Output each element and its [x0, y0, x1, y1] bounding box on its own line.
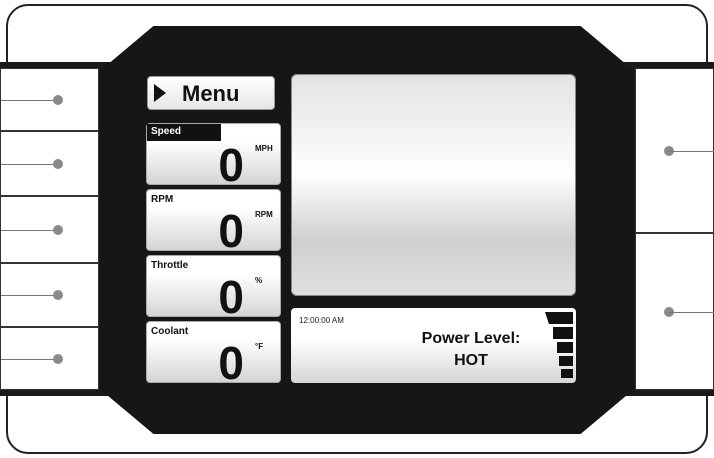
button-lead-line [1, 358, 55, 360]
throttle-gauge: Throttle 0 % [146, 255, 281, 323]
status-panel: 12:00:00 AM Power Level: HOT [291, 308, 576, 383]
power-level-bar-3 [557, 342, 573, 353]
left-soft-button-5[interactable] [0, 327, 99, 390]
button-indicator-dot [53, 94, 63, 105]
gauge-unit: MPH [255, 144, 273, 153]
dashboard-device: Menu Speed 0 MPH RPM 0 RPM Throttle 0 % … [0, 0, 714, 458]
gauge-value: 0 [218, 271, 244, 323]
button-lead-line [1, 229, 55, 231]
gauge-label: Speed [147, 124, 221, 141]
gauge-unit: % [255, 276, 263, 285]
gauge-value: 0 [218, 205, 244, 257]
button-indicator-dot [53, 158, 63, 169]
power-level-bar-2 [559, 356, 573, 366]
gauge-unit: °F [255, 342, 264, 351]
gauge-value: 0 [218, 139, 244, 191]
rpm-gauge: RPM 0 RPM [146, 189, 281, 257]
button-indicator-dot [53, 290, 63, 300]
menu-button[interactable]: Menu [147, 76, 275, 110]
gauge-label: RPM [151, 194, 174, 205]
clock-time: 12:00:00 AM [299, 316, 344, 325]
button-indicator-dot [53, 224, 63, 235]
speed-gauge: Speed 0 MPH [146, 123, 281, 191]
power-level-value: HOT [454, 352, 488, 369]
button-lead-line [668, 311, 714, 313]
left-soft-button-1[interactable] [0, 68, 99, 131]
right-soft-button-2[interactable] [635, 233, 714, 390]
gauge-unit: RPM [255, 210, 273, 219]
power-level-bar-1 [561, 369, 573, 378]
gauge-label: Coolant [151, 326, 189, 337]
right-soft-button-1[interactable] [635, 68, 714, 233]
play-arrow-icon [154, 84, 166, 102]
main-display-screen [291, 74, 576, 296]
button-indicator-dot [53, 353, 63, 364]
left-soft-button-2[interactable] [0, 131, 99, 196]
left-soft-button-4[interactable] [0, 263, 99, 327]
gauge-value: 0 [218, 337, 244, 389]
power-level-title: Power Level: [421, 330, 521, 347]
coolant-gauge: Coolant 0 °F [146, 321, 281, 389]
left-soft-button-3[interactable] [0, 196, 99, 263]
button-lead-line [668, 150, 714, 152]
button-lead-line [1, 99, 55, 101]
button-lead-line [1, 163, 55, 165]
menu-label: Menu [182, 81, 240, 106]
gauge-label: Throttle [151, 260, 189, 271]
button-lead-line [1, 295, 55, 296]
power-level-bar-4 [553, 327, 573, 339]
power-level-bar-5 [545, 312, 573, 324]
